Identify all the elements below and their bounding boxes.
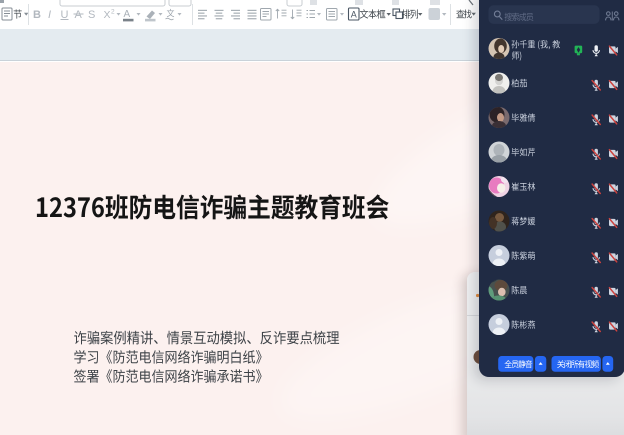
svg-text:I: I <box>48 9 51 21</box>
svg-text:S: S <box>88 9 95 21</box>
svg-text:2: 2 <box>111 9 115 16</box>
svg-text:A: A <box>351 10 357 20</box>
svg-text:X: X <box>104 9 111 21</box>
svg-text:B: B <box>33 9 41 21</box>
svg-text:A: A <box>75 9 83 21</box>
svg-text:A: A <box>124 9 131 20</box>
